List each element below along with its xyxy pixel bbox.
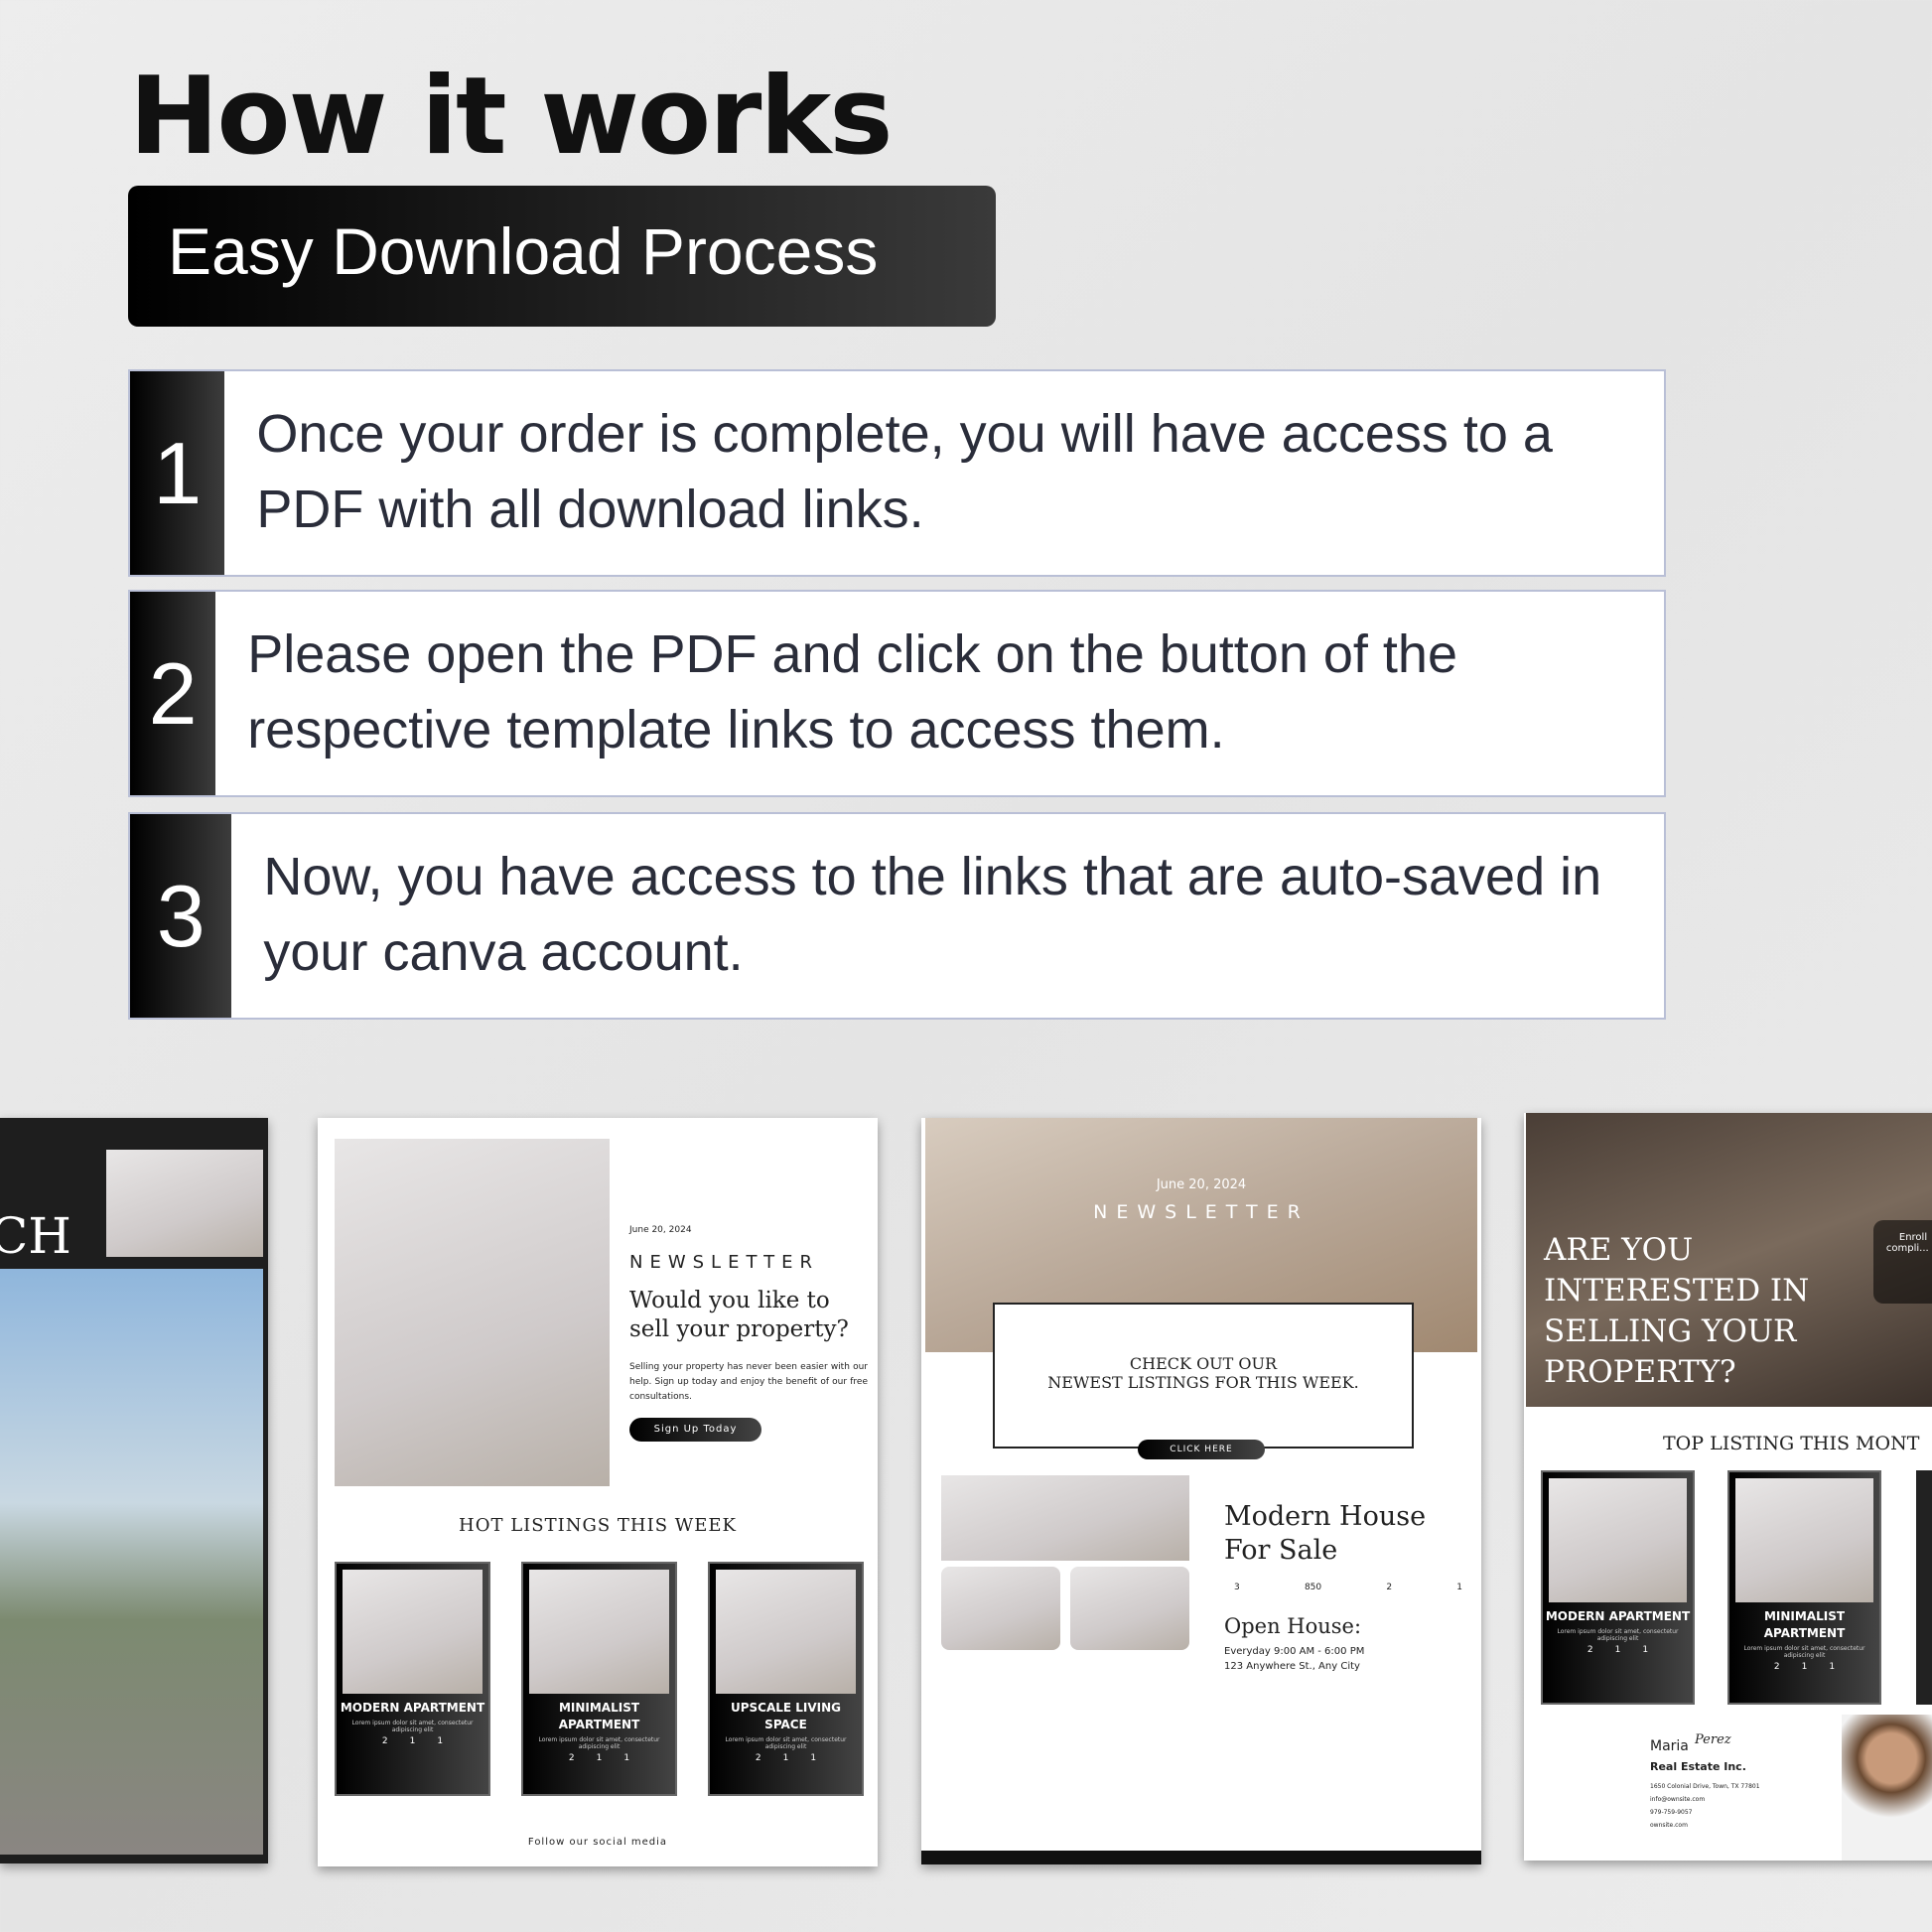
section-heading: HOT LISTINGS THIS WEEK	[459, 1515, 737, 1536]
listing-card[interactable]: MODERN APARTMENT Lorem ipsum dolor sit am…	[335, 1562, 490, 1796]
bath-icon-count: 1	[1801, 1662, 1808, 1672]
listing-photo	[1549, 1478, 1687, 1602]
box-line-2: NEWEST LISTINGS FOR THIS WEEK.	[1047, 1373, 1359, 1392]
listing-title: MINIMALIST APARTMENT	[1763, 1609, 1846, 1640]
listing-title: MINIMALIST APARTMENT	[558, 1701, 640, 1731]
listing-card[interactable]: UPSCALE LIVING SPACE Lorem ipsum dolor si…	[708, 1562, 864, 1796]
car-icon-count: 1	[1642, 1645, 1649, 1655]
headline: ARE YOU INTERESTED IN SELLING YOUR PROPE…	[1544, 1232, 1810, 1390]
newsletter-preview-2: June 20, 2024 NEWSLETTER CHECK OUT OUR N…	[921, 1118, 1481, 1864]
step-3: 3 Now, you have access to the links that …	[128, 812, 1666, 1020]
address: 123 Anywhere St., Any City	[1224, 1661, 1360, 1672]
bed-icon-count: 2	[568, 1753, 575, 1763]
bed-icon-count: 2	[381, 1736, 388, 1746]
overlay-card: Enroll compli... w	[1873, 1220, 1932, 1304]
step-2: 2 Please open the PDF and click on the bu…	[128, 590, 1666, 797]
car-icon-count: 1	[437, 1736, 444, 1746]
section-heading: TOP LISTING THIS MONT	[1663, 1433, 1920, 1454]
step-text: Once your order is complete, you will ha…	[256, 404, 1553, 539]
listing-photo	[529, 1570, 669, 1694]
listing-desc: Lorem ipsum dolor sit amet, consectetur …	[1743, 1645, 1865, 1659]
email: info@ownsite.com	[1650, 1796, 1706, 1803]
address: 1650 Colonial Drive, Town, TX 77801	[1650, 1783, 1760, 1790]
newsletter-label: NEWSLETTER	[1093, 1201, 1310, 1223]
car-icon-count: 1	[810, 1753, 817, 1763]
bath-icon-count: 1	[409, 1736, 416, 1746]
listing-card[interactable]: MODERN APARTMENT Lorem ipsum dolor sit am…	[1541, 1470, 1695, 1705]
newsletter-label: NEWSLETTER	[629, 1252, 820, 1273]
step-number: 1	[130, 371, 225, 575]
room-photo	[106, 1150, 263, 1257]
listing-desc: Lorem ipsum dolor sit amet, consectetur …	[538, 1736, 660, 1750]
website: ownsite.com	[1650, 1822, 1688, 1829]
box-line-1: CHECK OUT OUR	[1129, 1354, 1278, 1373]
phone: 979-759-9057	[1650, 1809, 1693, 1816]
bed-icon-count: 2	[755, 1753, 761, 1763]
bed-icon-count: 3	[1234, 1583, 1240, 1592]
listing-photo	[1735, 1478, 1873, 1602]
listing-card-partial	[1916, 1470, 1932, 1705]
car-icon-count: 1	[1829, 1662, 1836, 1672]
body-text: Selling your property has never been eas…	[629, 1362, 868, 1402]
date: June 20, 2024	[1156, 1177, 1247, 1192]
step-number: 2	[130, 592, 216, 795]
headline: Would you like to sell your property?	[629, 1288, 849, 1342]
listing-desc: Lorem ipsum dolor sit amet, consectetur …	[1557, 1628, 1679, 1642]
step-text: Now, you have access to the links that a…	[263, 847, 1602, 982]
signature: Perez	[1695, 1732, 1731, 1747]
subtitle-banner: Easy Download Process	[128, 186, 996, 327]
listing-title: MODERN APARTMENT	[340, 1701, 485, 1715]
page-title: How it works	[129, 55, 894, 179]
contact-list: 1650 Colonial Drive, Town, TX 77801 info…	[1650, 1780, 1760, 1832]
features: 3 850 2 1	[1234, 1583, 1462, 1592]
listings-box: CHECK OUT OUR NEWEST LISTINGS FOR THIS W…	[993, 1303, 1414, 1449]
listing-card[interactable]: MINIMALIST APARTMENT Lorem ipsum dolor si…	[1727, 1470, 1881, 1705]
newsletter-preview-1: June 20, 2024 NEWSLETTER Would you like …	[318, 1118, 878, 1866]
listing-title: MODERN APARTMENT	[1545, 1609, 1691, 1623]
area-icon-count: 850	[1304, 1583, 1322, 1592]
listing-photo	[716, 1570, 856, 1694]
headline: Modern House For Sale	[1224, 1501, 1427, 1566]
step-1: 1 Once your order is complete, you will h…	[128, 369, 1666, 577]
dining-photo	[941, 1567, 1060, 1650]
hours: Everyday 9:00 AM - 6:00 PM	[1224, 1646, 1365, 1657]
preview-left: CH	[0, 1118, 268, 1863]
company: Real Estate Inc.	[1650, 1760, 1746, 1773]
agent-name: Maria	[1650, 1738, 1689, 1754]
date: June 20, 2024	[629, 1225, 692, 1235]
bath-icon-count: 1	[596, 1753, 603, 1763]
bath-icon-count: 2	[1386, 1583, 1393, 1592]
newsletter-preview-3: ARE YOU INTERESTED IN SELLING YOUR PROPE…	[1524, 1113, 1932, 1861]
listing-title: UPSCALE LIVING SPACE	[730, 1701, 842, 1731]
listing-photo	[941, 1475, 1189, 1561]
footer-bar	[921, 1851, 1481, 1864]
bed-icon-count: 2	[1587, 1645, 1593, 1655]
listing-desc: Lorem ipsum dolor sit amet, consectetur …	[725, 1736, 847, 1750]
bath-icon-count: 1	[1614, 1645, 1621, 1655]
click-here-button[interactable]: CLICK HERE	[1138, 1440, 1265, 1459]
step-number: 3	[130, 814, 232, 1018]
preview-heading: CH	[0, 1207, 71, 1265]
listing-card[interactable]: MINIMALIST APARTMENT Lorem ipsum dolor si…	[521, 1562, 677, 1796]
car-icon-count: 1	[623, 1753, 630, 1763]
listing-photo	[343, 1570, 483, 1694]
step-text: Please open the PDF and click on the but…	[247, 624, 1457, 759]
open-house-heading: Open House:	[1224, 1614, 1362, 1638]
footer-text: Follow our social media	[527, 1837, 668, 1848]
lobby-photo	[0, 1269, 263, 1855]
agent-photo	[1842, 1715, 1932, 1861]
sign-up-button[interactable]: Sign Up Today	[629, 1418, 761, 1442]
car-icon-count: 1	[1456, 1583, 1462, 1592]
bed-icon-count: 2	[1773, 1662, 1780, 1672]
bedroom-photo	[335, 1139, 610, 1486]
listing-desc: Lorem ipsum dolor sit amet, consectetur …	[351, 1720, 474, 1733]
bath-icon-count: 1	[782, 1753, 789, 1763]
lounge-photo	[1070, 1567, 1189, 1650]
